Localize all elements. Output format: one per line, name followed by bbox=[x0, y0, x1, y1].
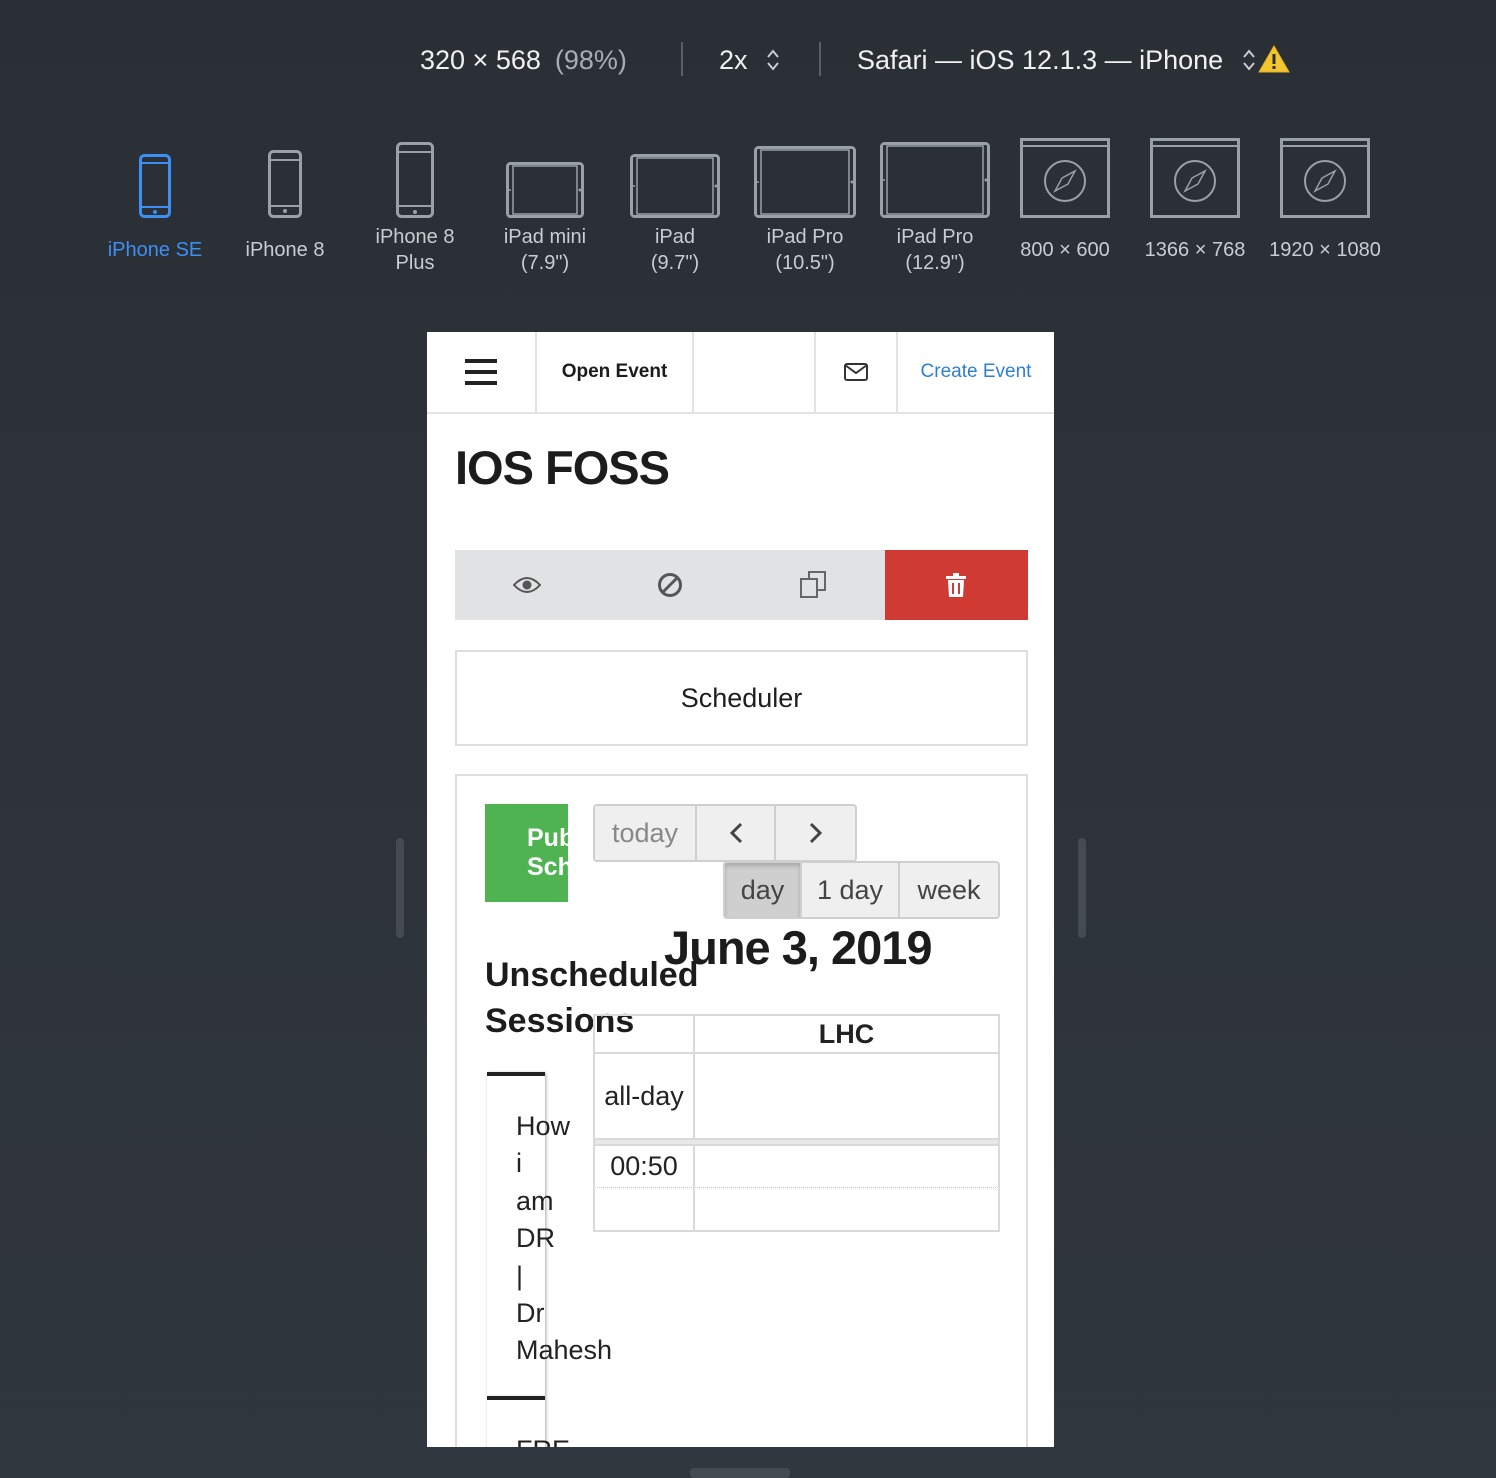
device-iphone-8-plus[interactable]: iPhone 8 Plus bbox=[350, 128, 480, 276]
brand-link[interactable]: Open Event bbox=[537, 332, 694, 412]
ban-icon bbox=[657, 573, 682, 597]
calendar-view-group: day 1 day week bbox=[723, 861, 1000, 919]
view-one-day-button[interactable]: 1 day bbox=[802, 863, 900, 917]
safari-window-icon bbox=[1020, 138, 1110, 218]
chevron-right-icon bbox=[809, 822, 822, 844]
zoom-text: (98%) bbox=[554, 45, 627, 75]
device-ipad[interactable]: iPad (9.7") bbox=[610, 128, 740, 276]
device-label: iPhone SE bbox=[107, 239, 203, 261]
device-label: iPad Pro (12.9") bbox=[896, 226, 974, 274]
copy-button[interactable] bbox=[741, 550, 885, 620]
create-event-link[interactable]: Create Event bbox=[898, 332, 1054, 412]
scale-text: 2x bbox=[719, 45, 748, 75]
tablet-icon bbox=[754, 146, 856, 218]
hamburger-icon bbox=[465, 359, 497, 385]
calendar-date-title: June 3, 2019 bbox=[664, 921, 933, 974]
device-800x600[interactable]: 800 × 600 bbox=[1000, 128, 1130, 263]
warning-icon[interactable] bbox=[1258, 44, 1290, 74]
tablet-icon bbox=[880, 142, 990, 218]
time-slot-row bbox=[593, 1188, 1000, 1232]
envelope-icon bbox=[844, 363, 868, 381]
grid-header-row: LHC bbox=[593, 1014, 1000, 1054]
session-title: How i am DR | Dr Mahesh bbox=[516, 1111, 613, 1366]
dimensions-text: 320 × 568 bbox=[420, 45, 541, 75]
chevron-left-icon bbox=[729, 822, 742, 844]
separator bbox=[819, 42, 821, 76]
resize-handle-right[interactable] bbox=[1078, 838, 1086, 938]
viewport-dimensions: 320 × 568 (98%) bbox=[420, 38, 627, 82]
navbar-spacer bbox=[694, 332, 816, 412]
device-1366x768[interactable]: 1366 × 768 bbox=[1130, 128, 1260, 263]
resize-handle-left[interactable] bbox=[396, 838, 404, 938]
device-1920x1080[interactable]: 1920 × 1080 bbox=[1260, 128, 1390, 263]
menu-button[interactable] bbox=[427, 332, 537, 412]
time-slot[interactable] bbox=[695, 1146, 998, 1187]
today-button[interactable]: today bbox=[595, 806, 697, 860]
device-label: iPhone 8 bbox=[245, 239, 325, 261]
session-title: FRE bbox=[516, 1432, 570, 1447]
view-week-button[interactable]: week bbox=[900, 863, 998, 917]
event-action-toolbar bbox=[455, 550, 1028, 620]
user-agent-selector[interactable]: Safari — iOS 12.1.3 — iPhone bbox=[857, 38, 1257, 82]
tablet-icon bbox=[506, 162, 584, 218]
device-label: iPhone 8 Plus bbox=[375, 226, 455, 274]
calendar-grid: LHC all-day 00:50 bbox=[593, 1014, 1000, 1232]
pixel-ratio-selector[interactable]: 2x bbox=[719, 38, 781, 82]
device-label: iPad Pro (10.5") bbox=[766, 226, 844, 274]
unpublish-button[interactable] bbox=[598, 550, 742, 620]
browser-text: Safari — iOS 12.1.3 — iPhone bbox=[857, 45, 1224, 75]
allday-row: all-day bbox=[593, 1054, 1000, 1140]
prev-button[interactable] bbox=[697, 806, 776, 860]
grid-corner bbox=[595, 1016, 695, 1052]
responsive-info-bar: 320 × 568 (98%) 2x Safari — iOS 12.1.3 — … bbox=[0, 38, 1496, 82]
phone-icon bbox=[139, 154, 171, 218]
navbar: Open Event Create Event bbox=[427, 332, 1054, 414]
phone-icon bbox=[268, 150, 302, 218]
device-iphone-8[interactable]: iPhone 8 bbox=[220, 128, 350, 263]
device-ipad-mini[interactable]: iPad mini (7.9") bbox=[480, 128, 610, 276]
tablet-icon bbox=[630, 154, 720, 218]
unscheduled-session-card[interactable]: How i am DR | Dr Mahesh bbox=[487, 1072, 612, 1396]
resize-handle-bottom[interactable] bbox=[690, 1468, 790, 1478]
device-ipad-pro-10[interactable]: iPad Pro (10.5") bbox=[740, 128, 870, 276]
delete-button[interactable] bbox=[884, 550, 1028, 620]
separator bbox=[681, 42, 683, 76]
page-title: IOS FOSS bbox=[455, 441, 670, 494]
device-label: 1920 × 1080 bbox=[1269, 239, 1381, 261]
safari-window-icon bbox=[1280, 138, 1370, 218]
unscheduled-session-card[interactable]: FRE bbox=[487, 1396, 570, 1447]
phone-icon bbox=[396, 142, 434, 218]
trash-icon bbox=[946, 573, 967, 597]
scheduler-panel: PublishSchedule today day 1 day week Uns… bbox=[455, 774, 1028, 1447]
calendar-nav-group: today bbox=[593, 804, 857, 862]
allday-slot[interactable] bbox=[695, 1054, 998, 1138]
copy-icon bbox=[800, 571, 827, 598]
view-day-button[interactable]: day bbox=[725, 863, 802, 917]
device-label: iPad mini (7.9") bbox=[503, 226, 587, 274]
tab-scheduler[interactable]: Scheduler bbox=[455, 650, 1028, 746]
preview-button[interactable] bbox=[455, 550, 599, 620]
publish-schedule-button[interactable]: PublishSchedule bbox=[485, 804, 568, 902]
eye-icon bbox=[512, 577, 541, 593]
device-iphone-se[interactable]: iPhone SE bbox=[90, 128, 220, 263]
stepper-icon bbox=[767, 49, 779, 71]
device-label: iPad (9.7") bbox=[650, 226, 700, 274]
next-button[interactable] bbox=[776, 806, 855, 860]
device-label: 800 × 600 bbox=[1020, 239, 1110, 261]
room-header: LHC bbox=[818, 1018, 875, 1049]
safari-window-icon bbox=[1150, 138, 1240, 218]
device-viewport: Open Event Create Event IOS FOSS Schedul… bbox=[427, 332, 1054, 1447]
device-ipad-pro-12[interactable]: iPad Pro (12.9") bbox=[870, 128, 1000, 276]
notifications-button[interactable] bbox=[816, 332, 898, 412]
time-slot[interactable] bbox=[695, 1188, 998, 1230]
device-label: 1366 × 768 bbox=[1144, 239, 1246, 261]
time-slot-row: 00:50 bbox=[593, 1144, 1000, 1188]
stepper-icon bbox=[1242, 49, 1255, 71]
